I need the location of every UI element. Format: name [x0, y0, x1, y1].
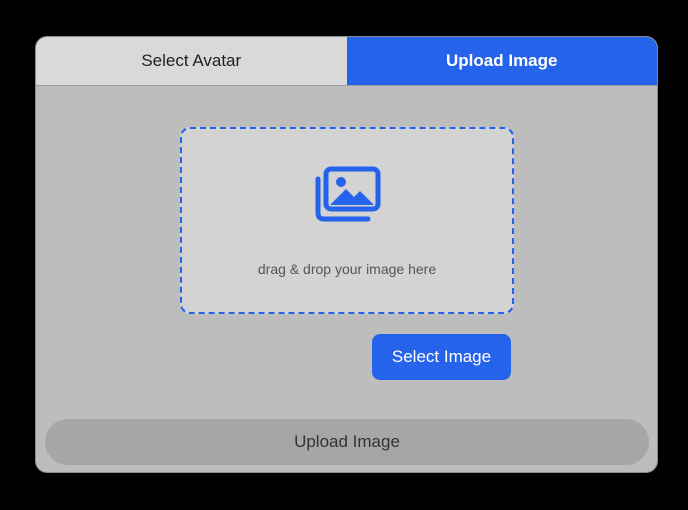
tab-select-avatar[interactable]: Select Avatar [36, 37, 347, 85]
tab-upload-image[interactable]: Upload Image [346, 37, 657, 85]
select-image-button[interactable]: Select Image [372, 334, 511, 380]
tab-bar: Select Avatar Upload Image [36, 37, 657, 86]
upload-image-button[interactable]: Upload Image [45, 419, 649, 465]
avatar-upload-panel: Select Avatar Upload Image drag & drop y… [35, 36, 658, 473]
images-icon [315, 166, 381, 222]
image-dropzone[interactable]: drag & drop your image here [180, 127, 514, 314]
dropzone-text: drag & drop your image here [257, 261, 437, 277]
